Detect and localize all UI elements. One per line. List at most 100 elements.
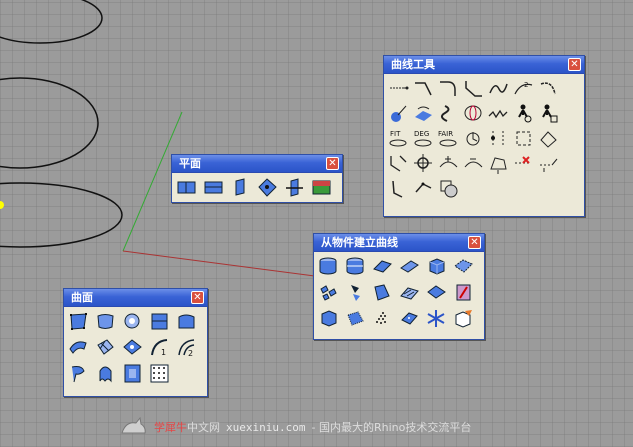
cube-pencil-icon[interactable]	[452, 307, 475, 330]
surface-sweep-rail-two-icon[interactable]: 2	[175, 336, 198, 359]
curve-close-icon[interactable]	[512, 127, 535, 150]
projected-curve-icon[interactable]	[452, 281, 475, 304]
curve-extend-icon[interactable]	[387, 77, 410, 100]
curve-from-objects-titlebar[interactable]: 从物件建立曲线 ✕	[314, 234, 484, 252]
box-silhouette-icon[interactable]	[425, 255, 448, 278]
surface-network-icon[interactable]	[94, 336, 117, 359]
x-axis-line	[122, 250, 331, 279]
surface-titlebar[interactable]: 曲面 ✕	[64, 289, 207, 307]
curve-point-target-icon[interactable]	[412, 152, 435, 175]
svg-text:2: 2	[188, 349, 193, 358]
curve-trim-icon[interactable]	[387, 152, 410, 175]
curve-seam-icon[interactable]	[437, 102, 460, 125]
curve-add-point-icon[interactable]	[537, 152, 560, 175]
curve-person-alt-icon[interactable]	[537, 102, 560, 125]
curve-connect-icon[interactable]	[412, 177, 435, 200]
plane-toolbar[interactable]: 平面 ✕	[171, 154, 343, 203]
svg-text:DEG: DEG	[414, 130, 429, 138]
close-icon[interactable]: ✕	[326, 157, 339, 170]
surface-edge-icon[interactable]	[398, 255, 421, 278]
curve-tools-title: 曲线工具	[391, 58, 435, 71]
watermark-url: xuexiniu.com	[226, 420, 306, 434]
curve-insert-knot-icon[interactable]	[437, 152, 460, 175]
curve-adjust-seam-icon[interactable]	[487, 127, 510, 150]
duplicate-border-icon[interactable]	[371, 281, 394, 304]
surface-sweep-rail-one-icon[interactable]: 1	[148, 336, 171, 359]
surface-extrude-icon[interactable]	[175, 310, 198, 333]
watermark-tagline: - 国内最大的Rhino技术交流平台	[311, 421, 472, 434]
curve-corner-icon[interactable]	[412, 77, 435, 100]
curve-bend-icon[interactable]	[387, 177, 410, 200]
intersection-icon[interactable]	[425, 281, 448, 304]
points-on-surface-icon[interactable]	[398, 307, 421, 330]
plane-titlebar[interactable]: 平面 ✕	[172, 155, 342, 173]
surface-loft-icon[interactable]	[67, 336, 90, 359]
curve-wave-icon[interactable]	[487, 102, 510, 125]
close-icon[interactable]: ✕	[468, 236, 481, 249]
selected-point	[0, 201, 4, 209]
point-grid-icon[interactable]	[344, 307, 367, 330]
curve-from-objects-title: 从物件建立曲线	[321, 236, 398, 249]
curve-blend-icon[interactable]	[487, 77, 510, 100]
curve-rebuild-icon[interactable]	[462, 127, 485, 150]
surface-isocurve-icon[interactable]	[371, 255, 394, 278]
curve-chamfer-icon[interactable]	[462, 77, 485, 100]
surface-rail-revolve-icon[interactable]	[94, 362, 117, 385]
surface-border-icon[interactable]	[452, 255, 475, 278]
ellipse-curve-bottom	[0, 182, 123, 248]
surface-from-points-icon[interactable]	[67, 310, 90, 333]
duplicate-edge-icon[interactable]	[344, 281, 367, 304]
curve-match-icon[interactable]	[487, 152, 510, 175]
plane-corner-icon[interactable]	[175, 176, 198, 199]
watermark: 学犀牛 中文网 xuexiniu.com - 国内最大的Rhino技术交流平台	[120, 412, 471, 442]
cylinder-contour-icon[interactable]	[317, 255, 340, 278]
curve-point-on-icon[interactable]	[387, 102, 410, 125]
curve-fit-icon[interactable]: FIT	[387, 127, 410, 150]
svg-text:2: 2	[524, 81, 528, 89]
close-icon[interactable]: ✕	[568, 58, 581, 71]
rhino-logo-icon	[120, 415, 148, 439]
plane-fit-points-icon[interactable]	[256, 176, 279, 199]
solid-cube-icon[interactable]	[317, 307, 340, 330]
contour-lines-icon[interactable]	[398, 281, 421, 304]
curve-tools-toolbar[interactable]: 曲线工具 ✕ 2 FIT DEG FAIR	[383, 55, 585, 217]
surface-sweep-one-icon[interactable]	[121, 336, 144, 359]
curve-fair-icon[interactable]: FAIR	[437, 127, 460, 150]
curve-pipe-icon[interactable]	[462, 102, 485, 125]
curve-offset-icon[interactable]	[437, 177, 460, 200]
plane-title: 平面	[179, 157, 201, 170]
surface-heightfield-icon[interactable]	[121, 362, 144, 385]
cylinder-section-icon[interactable]	[344, 255, 367, 278]
curve-crv-end-icon[interactable]	[537, 127, 560, 150]
split-pieces-icon[interactable]	[317, 281, 340, 304]
close-icon[interactable]: ✕	[191, 291, 204, 304]
curve-person-icon[interactable]	[512, 102, 535, 125]
plane-three-point-icon[interactable]	[202, 176, 225, 199]
curve-degree-icon[interactable]: DEG	[412, 127, 435, 150]
curve-blend-degree-icon[interactable]: 2	[512, 77, 535, 100]
ellipse-curve-middle	[0, 77, 99, 169]
ellipse-curve-top	[0, 0, 103, 44]
surface-patch-icon[interactable]	[121, 310, 144, 333]
surface-title: 曲面	[71, 291, 93, 304]
plane-vertical-icon[interactable]	[229, 176, 252, 199]
curve-tools-titlebar[interactable]: 曲线工具 ✕	[384, 56, 584, 74]
watermark-brand-suffix: 中文网	[187, 421, 220, 434]
curve-fillet-icon[interactable]	[437, 77, 460, 100]
svg-text:1: 1	[161, 348, 166, 357]
curve-remove-knot-icon[interactable]	[462, 152, 485, 175]
asterisk-star-icon[interactable]	[425, 307, 448, 330]
plane-cutting-icon[interactable]	[283, 176, 306, 199]
watermark-brand: 学犀牛	[154, 421, 187, 434]
plane-picture-icon[interactable]	[310, 176, 333, 199]
point-cloud-icon[interactable]	[371, 307, 394, 330]
surface-edge-curves-icon[interactable]	[94, 310, 117, 333]
curve-project-icon[interactable]	[412, 102, 435, 125]
surface-toolbar[interactable]: 曲面 ✕ 1 2	[63, 288, 208, 397]
curve-from-objects-toolbar[interactable]: 从物件建立曲线 ✕	[313, 233, 485, 340]
curve-delete-point-icon[interactable]	[512, 152, 535, 175]
surface-point-grid-icon[interactable]	[148, 362, 171, 385]
surface-planar-icon[interactable]	[148, 310, 171, 333]
curve-arc-blend-icon[interactable]	[537, 77, 560, 100]
surface-revolve-icon[interactable]	[67, 362, 90, 385]
